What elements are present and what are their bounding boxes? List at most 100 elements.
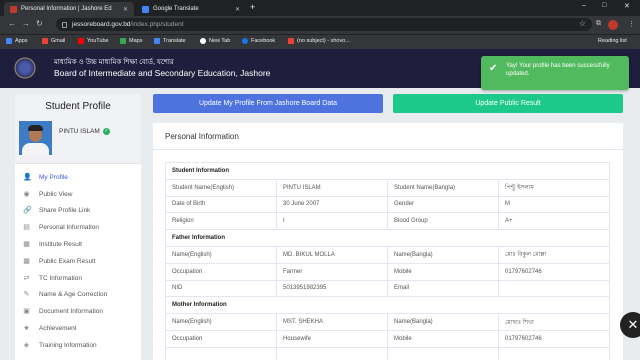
forward-icon[interactable]: →: [22, 19, 30, 28]
sidebar-item[interactable]: 👤 My Profile: [15, 169, 141, 186]
bookmark-label: Gmail: [51, 38, 66, 44]
sidebar-item[interactable]: ▤ Personal Information: [15, 219, 141, 236]
sidebar-item-label: Institute Result: [39, 241, 82, 249]
section-heading: Mother Information: [165, 296, 610, 315]
bookmark-youtube[interactable]: YouTube: [78, 38, 109, 44]
sidebar-item[interactable]: ▦ Institute Result: [15, 236, 141, 253]
field-label: Mobile: [387, 329, 499, 348]
bookmark-gmail[interactable]: Gmail: [42, 38, 65, 44]
result-icon: ▦: [23, 257, 30, 265]
bookmark-label: YouTube: [87, 38, 109, 44]
browser-tab-active[interactable]: Personal Information | Jashore Ed ✕: [4, 2, 134, 16]
field-label: Email: [387, 279, 499, 298]
eye-icon: ◉: [23, 190, 30, 198]
bookmark-gmail-message[interactable]: (no subject) - shovo...: [288, 38, 350, 44]
profile-card: PINTU ISLAM ✓: [15, 119, 141, 164]
sidebar-item-label: Training Information: [39, 341, 97, 349]
sidebar-item[interactable]: ◉ Public View: [15, 186, 141, 203]
menu-icon[interactable]: ⋮: [628, 20, 635, 28]
bookmark-label: (no subject) - shovo...: [297, 38, 350, 44]
close-window-button[interactable]: ✕: [624, 2, 630, 10]
sidebar-item-label: Public Exam Result: [39, 257, 96, 265]
table-row: Occupation Farmer Mobile 01797602746: [165, 262, 610, 281]
sidebar-item-label: Personal Information: [39, 224, 99, 232]
minimize-button[interactable]: –: [582, 2, 586, 9]
sidebar-item[interactable]: ▦ Public Exam Result: [15, 253, 141, 270]
browser-tab[interactable]: Google Translate ✕: [136, 2, 246, 16]
field-label: Occupation: [165, 262, 277, 281]
translate-favicon-icon: [142, 5, 149, 13]
tab-close-icon[interactable]: ✕: [123, 6, 128, 13]
divider: [153, 149, 623, 150]
success-toast[interactable]: ✔ Yay! Your profile has been successfull…: [481, 56, 629, 90]
section-row: Father Information: [165, 229, 610, 247]
sidebar-item[interactable]: ⇄ TC Information: [15, 270, 141, 287]
field-value: [498, 279, 610, 298]
field-value: MST. SHEKHA: [276, 313, 388, 331]
field-value: পিন্টু ইসলাম: [498, 178, 610, 197]
field-value: 01797602746: [498, 262, 610, 281]
verified-check-icon: ✓: [102, 128, 110, 135]
field-value: [276, 346, 388, 360]
reading-list-button[interactable]: Reading list: [598, 38, 627, 44]
gmail-icon: [42, 38, 48, 44]
bookmarks-bar: Apps Gmail YouTube Maps Translate New Ta…: [0, 34, 640, 49]
lock-icon: [62, 21, 67, 28]
field-value: Farmer: [276, 262, 388, 281]
field-label: Religion: [165, 212, 277, 231]
field-value: MD. BIKUL MOLLA: [276, 245, 388, 264]
sidebar-item-label: TC Information: [39, 274, 82, 282]
transfer-icon: ⇄: [23, 274, 30, 282]
training-icon: ◈: [23, 341, 30, 349]
tab-close-icon[interactable]: ✕: [235, 6, 240, 13]
bookmark-label: Facebook: [251, 38, 276, 44]
field-label: Occupation: [165, 329, 277, 348]
maximize-button[interactable]: □: [602, 2, 606, 9]
youtube-icon: [78, 38, 84, 44]
section-heading: Student Information: [165, 162, 610, 180]
bookmark-label: Maps: [129, 38, 143, 44]
maps-icon: [120, 38, 126, 44]
bookmark-newtab[interactable]: New Tab: [200, 38, 230, 44]
bookmark-label: Translate: [163, 38, 186, 44]
field-label: Name(English): [165, 313, 277, 331]
toast-message: Yay! Your profile has been successfully …: [506, 63, 610, 77]
reload-icon[interactable]: ↻: [36, 19, 43, 28]
personal-info-card: Personal Information Student Information…: [153, 123, 623, 360]
profile-avatar[interactable]: [608, 20, 618, 30]
sidebar-item[interactable]: 🔗 Share Profile Link: [15, 203, 141, 220]
table-row: Occupation Housewife Mobile 01797602746: [165, 329, 610, 348]
bookmark-apps[interactable]: Apps: [6, 38, 28, 44]
extensions-icon[interactable]: ⧉: [596, 20, 601, 28]
table-row: Name(English) MST. SHEKHA Name(Bangla) মোছা…: [165, 313, 610, 331]
url-input[interactable]: jessoreboard.gov.bd/index.php/student ☆: [56, 18, 592, 31]
sidebar-item[interactable]: ✎ Name & Age Correction: [15, 287, 141, 304]
close-overlay-button[interactable]: ✕: [620, 312, 640, 338]
back-icon[interactable]: ←: [8, 19, 16, 28]
field-label: Student Name(Bangla): [387, 178, 499, 197]
field-value: 01797602746: [498, 329, 610, 348]
bookmark-star-icon[interactable]: ☆: [579, 19, 586, 28]
link-icon: 🔗: [23, 207, 32, 215]
sidebar-menu: 👤 My Profile ◉ Public View 🔗 Share Profile Li…: [15, 164, 141, 354]
check-icon: ✔: [489, 63, 498, 74]
sidebar-item[interactable]: ◈ Training Information: [15, 337, 141, 354]
sidebar-item[interactable]: ▣ Document Information: [15, 303, 141, 320]
bookmark-translate[interactable]: Translate: [154, 38, 186, 44]
translate-icon: [154, 38, 160, 44]
bookmark-facebook[interactable]: Facebook: [242, 38, 275, 44]
sidebar-item[interactable]: ★ Achievement: [15, 320, 141, 337]
browser-tab-bar: Personal Information | Jashore Ed ✕ Goog…: [0, 0, 640, 16]
update-profile-button[interactable]: Update My Profile From Jashore Board Dat…: [153, 94, 383, 113]
field-label: [165, 346, 277, 360]
tab-title: Google Translate: [153, 6, 199, 12]
document-icon: ▣: [23, 308, 30, 316]
new-tab-button[interactable]: +: [250, 2, 255, 12]
field-label: Name(English): [165, 245, 277, 264]
header-title-english: Board of Intermediate and Secondary Educ…: [54, 68, 271, 78]
field-label: Mobile: [387, 262, 499, 281]
table-row: Religion I Blood Group A+: [165, 212, 610, 231]
bookmark-maps[interactable]: Maps: [120, 38, 142, 44]
field-label: NID: [165, 279, 277, 298]
update-public-result-button[interactable]: Update Public Result: [393, 94, 623, 113]
